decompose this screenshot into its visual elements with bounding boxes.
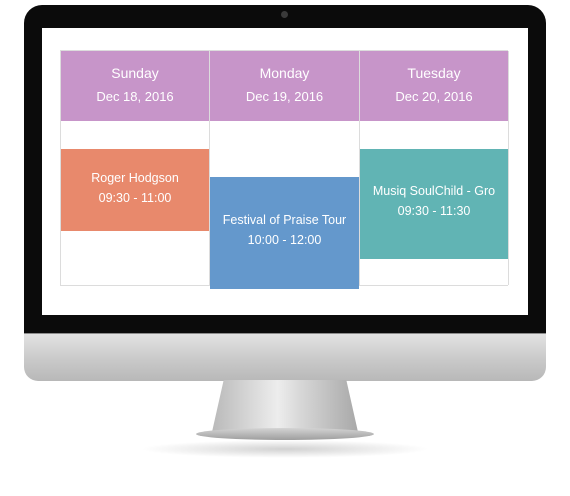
day-date: Dec 18, 2016 xyxy=(96,89,174,104)
event-festival-of-praise-tour[interactable]: Festival of Praise Tour 10:00 - 12:00 xyxy=(210,177,359,289)
camera-icon xyxy=(281,11,288,18)
day-header-monday[interactable]: Monday Dec 19, 2016 xyxy=(210,51,359,121)
event-title: Festival of Praise Tour xyxy=(222,213,347,227)
event-title: Roger Hodgson xyxy=(91,171,179,185)
scheduler-view: Sunday Dec 18, 2016 Roger Hodgson 09:30 … xyxy=(60,50,509,289)
day-date: Dec 20, 2016 xyxy=(395,89,473,104)
event-musiq-soulchild[interactable]: Musiq SoulChild - Gro 09:30 - 11:30 xyxy=(360,149,508,259)
event-time: 10:00 - 12:00 xyxy=(247,233,322,247)
day-column-sunday: Sunday Dec 18, 2016 Roger Hodgson 09:30 … xyxy=(61,51,210,285)
day-header-sunday[interactable]: Sunday Dec 18, 2016 xyxy=(61,51,209,121)
day-name: Monday xyxy=(259,65,310,81)
day-column-monday: Monday Dec 19, 2016 Festival of Praise T… xyxy=(210,51,360,289)
day-name: Sunday xyxy=(111,65,159,81)
event-time: 09:30 - 11:00 xyxy=(98,191,172,205)
day-column-tuesday: Tuesday Dec 20, 2016 Musiq SoulChild - G… xyxy=(360,51,509,285)
stand-shadow xyxy=(140,440,430,458)
event-title: Musiq SoulChild - Gro xyxy=(372,184,496,198)
day-name: Tuesday xyxy=(407,65,461,81)
event-time: 09:30 - 11:30 xyxy=(397,204,471,218)
monitor-mockup: Sunday Dec 18, 2016 Roger Hodgson 09:30 … xyxy=(0,0,570,496)
monitor-stand-neck xyxy=(212,380,358,432)
monitor-stand-base xyxy=(196,428,374,440)
monitor-screen: Sunday Dec 18, 2016 Roger Hodgson 09:30 … xyxy=(42,28,528,315)
monitor-chin xyxy=(24,334,546,381)
event-roger-hodgson[interactable]: Roger Hodgson 09:30 - 11:00 xyxy=(61,149,209,231)
day-date: Dec 19, 2016 xyxy=(245,89,324,104)
day-header-tuesday[interactable]: Tuesday Dec 20, 2016 xyxy=(360,51,508,121)
